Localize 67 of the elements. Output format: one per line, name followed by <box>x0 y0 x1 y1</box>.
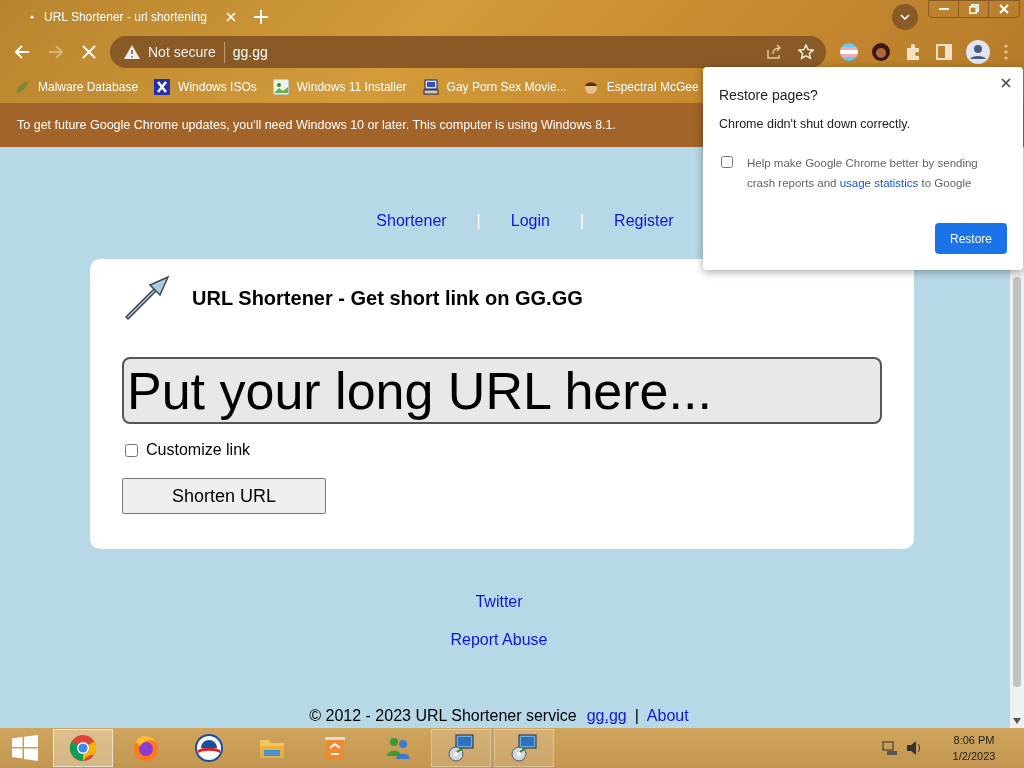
tab-search-button[interactable] <box>892 4 918 30</box>
tab-title: URL Shortener - url shortening <box>44 9 208 26</box>
installer-icon <box>447 734 475 762</box>
dialog-title: Restore pages? <box>719 86 818 105</box>
chrome-logo-icon <box>69 734 97 762</box>
footer-link[interactable]: Twitter <box>475 590 523 614</box>
close-icon[interactable] <box>1001 78 1011 88</box>
url-input-field[interactable]: Put your long URL here... <box>122 357 882 424</box>
star-icon[interactable] <box>798 44 814 60</box>
installer-icon <box>510 734 538 762</box>
usage-statistics-link[interactable]: usage statistics <box>839 177 919 189</box>
windows-logo-icon <box>12 735 38 761</box>
nav-link[interactable]: Register <box>614 209 674 233</box>
scrollbar-thumb[interactable] <box>1013 277 1021 687</box>
volume-icon[interactable] <box>906 740 922 756</box>
site-link[interactable]: gg.gg <box>586 704 627 728</box>
copyright-text: © 2012 - 2023 URL Shortener service <box>309 706 577 726</box>
new-tab-icon[interactable] <box>254 10 268 24</box>
avatar-icon[interactable] <box>872 43 890 61</box>
separator: | <box>476 211 481 231</box>
warning-icon <box>124 45 140 59</box>
stop-icon[interactable] <box>82 45 96 59</box>
menu-icon[interactable] <box>1004 44 1008 60</box>
footer-link[interactable]: Report Abuse <box>450 628 548 652</box>
card-title: URL Shortener - Get short link on GG.GG <box>192 286 583 311</box>
separator: | <box>634 706 639 726</box>
close-icon <box>999 4 1009 14</box>
x-logo-icon <box>154 78 171 95</box>
shorten-button[interactable]: Shorten URL <box>122 478 326 514</box>
about-link[interactable]: About <box>646 704 689 728</box>
scroll-down-icon[interactable] <box>1013 718 1021 724</box>
restore-button[interactable]: Restore <box>935 223 1007 254</box>
flag-badge-icon[interactable] <box>840 43 858 61</box>
separator: | <box>579 211 585 231</box>
consent-text: Help make Google Chrome better by sending crash reports and usage statistics to Google <box>747 156 979 191</box>
url-text: gg.gg <box>231 42 268 62</box>
checkbox-label: Customize link <box>146 440 251 460</box>
consent-checkbox[interactable] <box>721 156 733 168</box>
nav-link[interactable]: Shortener <box>376 209 447 233</box>
computer-icon <box>422 78 439 95</box>
clock-time: 8:06 PM <box>953 733 995 748</box>
customize-checkbox[interactable] <box>125 443 138 457</box>
address-bar[interactable]: Not secure gg.gg <box>110 36 826 68</box>
security-label: Not secure <box>148 41 225 63</box>
clock-date: 1/2/2023 <box>952 749 996 764</box>
back-icon[interactable] <box>14 44 30 60</box>
leaf-icon <box>14 78 30 95</box>
forward-icon <box>48 44 64 60</box>
minimize-icon <box>938 8 949 10</box>
update-message: To get future Google Chrome updates, you'll need Windows 10 or later. This computer is using Windows 8.1. <box>17 116 616 134</box>
taskbar-button[interactable] <box>53 729 113 767</box>
restore-icon <box>968 4 979 14</box>
puzzle-icon[interactable] <box>904 43 922 61</box>
image-icon <box>272 78 289 95</box>
taskbar-button[interactable] <box>494 729 554 767</box>
profile-icon[interactable] <box>966 40 990 64</box>
taskbar-button[interactable] <box>431 729 491 767</box>
network-icon[interactable] <box>882 740 898 756</box>
arrow-icon <box>122 275 170 321</box>
firefox-logo-icon <box>132 734 160 762</box>
campaign-logo-icon <box>195 734 223 762</box>
side-panel-icon[interactable] <box>936 44 952 60</box>
dialog-message: Chrome didn't shut down correctly. <box>719 116 911 133</box>
chevron-down-icon <box>900 14 910 20</box>
nav-link[interactable]: Login <box>510 209 550 233</box>
clock[interactable]: 8:06 PM 1/2/2023 <box>944 732 1004 764</box>
share-icon[interactable] <box>766 44 782 60</box>
